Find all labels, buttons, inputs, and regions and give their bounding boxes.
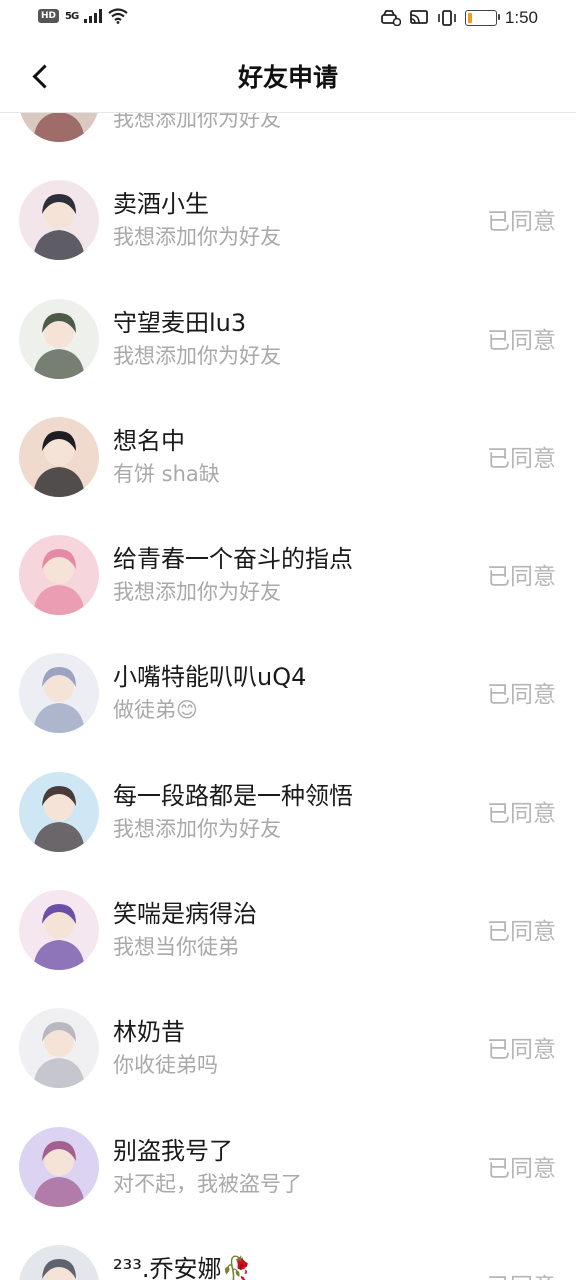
- request-message: 我想添加你为好友: [113, 580, 281, 605]
- app-header: 好友申请: [0, 38, 576, 113]
- friend-request-row[interactable]: 每一段路都是一种领悟我想添加你为好友 已同意: [0, 753, 576, 871]
- friend-request-row[interactable]: 守望麦田lu3 我想添加你为好友 已同意: [0, 280, 576, 398]
- request-message: 我想添加你为好友: [113, 225, 281, 250]
- avatar[interactable]: [19, 416, 99, 497]
- request-message: 我想添加你为好友: [113, 816, 281, 841]
- status-bar-left: HD 5G: [38, 8, 128, 24]
- request-status-label: 已同意: [487, 1155, 556, 1182]
- requester-name: 每一段路都是一种领悟: [113, 781, 353, 810]
- cast-icon: [410, 10, 428, 24]
- hd-badge: HD: [38, 9, 60, 23]
- clock: 1:50: [504, 8, 538, 27]
- request-message: 对不起，我被盗号了: [113, 1171, 302, 1196]
- signal-label: 5G: [65, 10, 79, 22]
- friend-request-list-inner: 我想添加你为好友 卖酒小生 我想添加你为好友 已同意 守望麦田lu3 我想添加你为好友 已同…: [0, 113, 576, 1280]
- page-title: 好友申请: [237, 63, 338, 92]
- request-status-label: 已同意: [487, 682, 556, 709]
- friend-request-row[interactable]: 林奶昔你收徒弟吗 已同意: [0, 989, 576, 1107]
- friend-request-row[interactable]: ²³³.乔安娜🥀 已同意: [0, 1226, 576, 1280]
- friend-request-list[interactable]: 我想添加你为好友 卖酒小生 我想添加你为好友 已同意 守望麦田lu3 我想添加你为好友 已同…: [0, 113, 576, 1280]
- vibrate-icon: [438, 10, 456, 26]
- request-status-label: 已同意: [487, 800, 556, 827]
- requester-name: 笑喘是病得治: [113, 900, 257, 929]
- friend-request-row[interactable]: 我想添加你为好友: [0, 113, 576, 161]
- avatar[interactable]: [19, 1126, 99, 1207]
- avatar[interactable]: [19, 1244, 99, 1280]
- request-message: 你收徒弟吗: [113, 1053, 218, 1078]
- requester-name: 守望麦田lu3: [113, 308, 247, 337]
- requester-name: 林奶昔: [113, 1018, 185, 1047]
- request-status-label: 已同意: [487, 445, 556, 472]
- status-bar: HD 5G 1:50: [0, 0, 576, 38]
- requester-name: 别盗我号了: [113, 1136, 233, 1165]
- avatar[interactable]: [19, 653, 99, 734]
- friend-request-row[interactable]: 别盗我号了对不起，我被盗号了 已同意: [0, 1108, 576, 1226]
- battery-icon: [464, 10, 500, 26]
- avatar[interactable]: [19, 113, 99, 142]
- signal-icon: [84, 9, 103, 23]
- requester-name: 小嘴特能叭叭uQ4: [113, 663, 307, 692]
- request-status-label: 已同意: [487, 209, 556, 236]
- friend-request-row[interactable]: 给青春一个奋斗的指点我想添加你为好友 已同意: [0, 516, 576, 634]
- request-status-label: 已同意: [487, 564, 556, 591]
- request-status-label: 已同意: [487, 1037, 556, 1064]
- request-message: 我想添加你为好友: [113, 343, 281, 368]
- avatar[interactable]: [19, 890, 99, 971]
- battery-level: [467, 13, 472, 23]
- wifi-icon: [108, 8, 128, 24]
- car-mode-icon: [381, 10, 401, 26]
- request-message: 有饼 sha缺: [113, 461, 220, 486]
- avatar[interactable]: [19, 771, 99, 852]
- friend-request-row[interactable]: 想名中有饼 sha缺 已同意: [0, 398, 576, 516]
- requester-name: 卖酒小生: [113, 190, 209, 219]
- request-message: 做徒弟😊: [113, 698, 198, 723]
- request-message: 我想当你徒弟: [113, 935, 239, 960]
- request-status-label: 已同意: [487, 1267, 556, 1280]
- request-status-label: 已同意: [487, 919, 556, 946]
- avatar[interactable]: [19, 298, 99, 379]
- avatar[interactable]: [19, 1008, 99, 1089]
- friend-request-row[interactable]: 笑喘是病得治我想当你徒弟 已同意: [0, 871, 576, 989]
- request-status-label: 已同意: [487, 327, 556, 354]
- requester-name: 想名中: [113, 426, 185, 455]
- requester-name: ²³³.乔安娜🥀: [113, 1254, 252, 1280]
- request-message: 我想添加你为好友: [113, 113, 281, 131]
- friend-request-row[interactable]: 小嘴特能叭叭uQ4 做徒弟😊 已同意: [0, 634, 576, 752]
- friend-request-row[interactable]: 卖酒小生我想添加你为好友 已同意: [0, 161, 576, 279]
- avatar[interactable]: [19, 535, 99, 616]
- avatar[interactable]: [19, 180, 99, 261]
- requester-name: 给青春一个奋斗的指点: [113, 545, 353, 574]
- status-bar-right: 1:50: [381, 8, 538, 28]
